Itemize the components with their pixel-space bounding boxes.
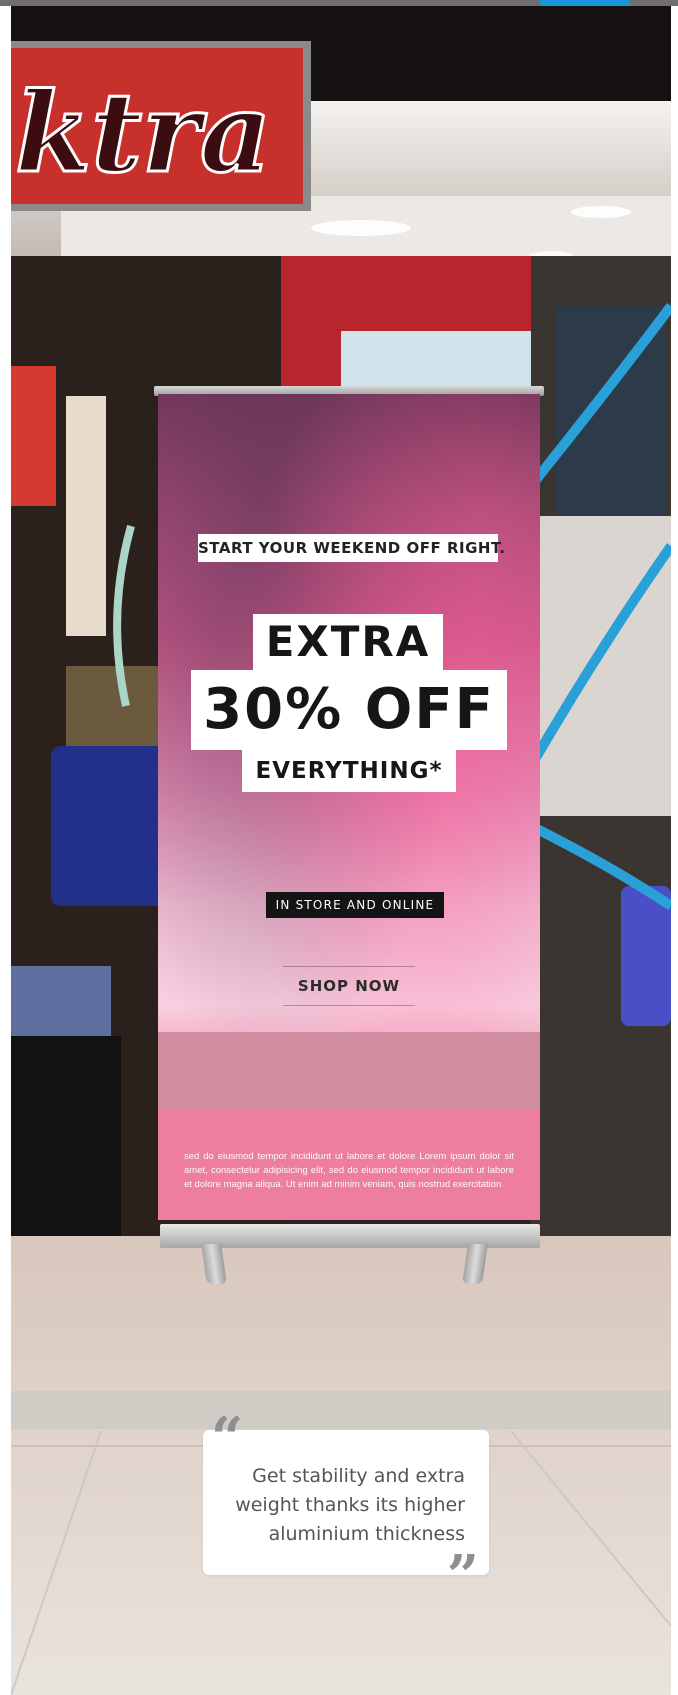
banner-fine-print: sed do eiusmod tempor incididunt ut labo…: [184, 1151, 514, 1190]
shelf-column: [66, 396, 106, 636]
banner-headline-line2: 30% OFF: [191, 670, 507, 750]
floor-threshold: [11, 1391, 671, 1429]
banner-headline-line1: EXTRA: [253, 614, 443, 670]
page: ktra START YOUR WEEKEND OFF RIGHT. EXTRA…: [0, 0, 678, 1695]
open-quote-icon: “: [211, 1405, 244, 1471]
blue-suitcase: [51, 746, 171, 906]
banner-channel-badge: IN STORE AND ONLINE: [266, 892, 444, 918]
store-sign-text: ktra: [15, 68, 271, 197]
display-table: [11, 1036, 121, 1246]
banner-band: [158, 1032, 540, 1110]
red-garment: [11, 366, 56, 506]
testimonial-text: Get stability and extra weight thanks it…: [235, 1465, 465, 1545]
banner-tagline: START YOUR WEEKEND OFF RIGHT.: [198, 534, 505, 562]
banner-shop-now: SHOP NOW: [283, 966, 415, 1006]
ceiling-light: [311, 220, 411, 236]
testimonial-card: “ Get stability and extra weight thanks …: [203, 1410, 489, 1604]
folded-clothes: [11, 966, 111, 1036]
close-quote-icon: ”: [446, 1543, 479, 1609]
right-shelves: [531, 516, 671, 816]
ceiling-light: [571, 206, 631, 218]
rollup-banner: START YOUR WEEKEND OFF RIGHT. EXTRA 30% …: [158, 394, 540, 1220]
banner-headline-line3: EVERYTHING*: [242, 750, 456, 792]
